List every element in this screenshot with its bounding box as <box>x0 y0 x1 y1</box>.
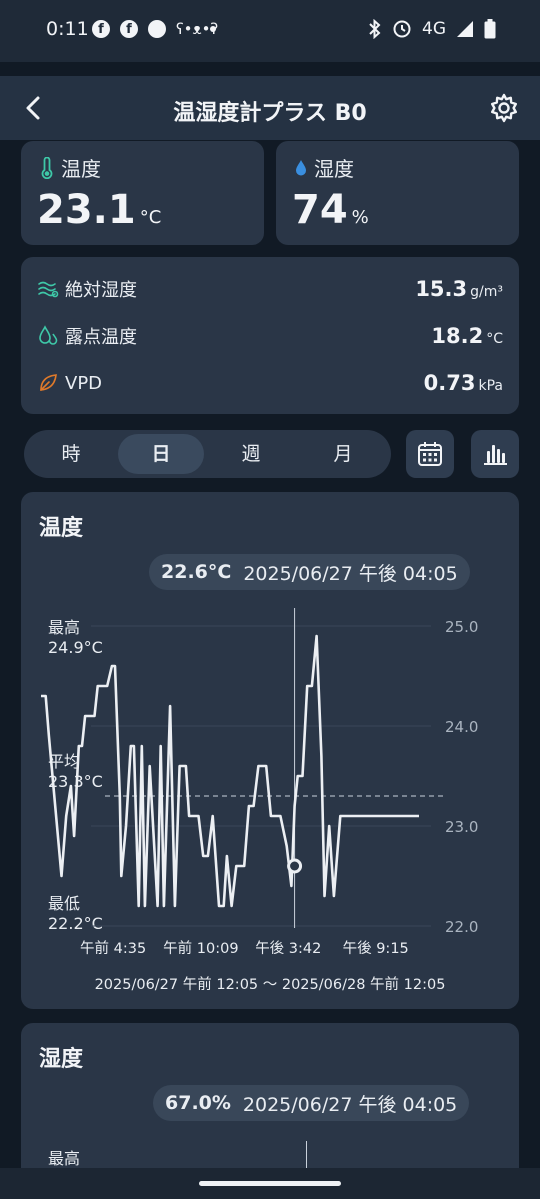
thermometer-icon <box>41 156 53 179</box>
bluetooth-icon <box>369 19 381 39</box>
humidity-max-stat: 最高 <box>48 1149 80 1169</box>
humidity-tooltip-time: 2025/06/27 午後 04:05 <box>242 1093 458 1116</box>
x-tick-label: 午後 9:15 <box>343 940 409 957</box>
humidity-value: 74 <box>292 187 348 233</box>
temperature-value: 23.1 <box>37 187 136 233</box>
tab-week[interactable]: 週 <box>208 434 294 474</box>
temp-chart-range: 2025/06/27 午前 12:05 〜 2025/06/28 午前 12:0… <box>94 977 446 993</box>
battery-icon <box>484 19 496 39</box>
temperature-label-row: 温度 <box>39 153 101 182</box>
humidity-chart-tooltip: 67.0% 2025/06/27 午後 04:05 <box>153 1085 470 1121</box>
signal-icon <box>457 21 473 37</box>
water-drop-icon <box>296 159 306 175</box>
network-type: 4G <box>422 19 446 39</box>
dew-point-row: 露点温度 18.2 °C <box>37 321 503 351</box>
vpd-unit: kPa <box>478 378 504 394</box>
vpd-value-group: 0.73 kPa <box>424 371 503 395</box>
status-time: 0:11 <box>46 18 89 40</box>
x-tick-label: 午前 10:09 <box>163 940 238 957</box>
period-selector: 時 日 週 月 <box>24 430 391 478</box>
humidity-max-label: 最高 <box>48 1149 81 1168</box>
humidity-card: 湿度 74% <box>276 141 519 245</box>
dew-point-value: 18.2 <box>431 324 484 348</box>
bear-icon: ʕ•ᴥ•ʔ <box>176 20 219 38</box>
vpd-label: VPD <box>65 372 103 394</box>
x-tick-label: 午前 4:35 <box>80 940 146 957</box>
dew-point-label: 露点温度 <box>65 327 137 348</box>
navigation-bar <box>0 1168 540 1199</box>
circle-icon <box>148 20 166 38</box>
absolute-humidity-row: 絶対湿度 15.3 g/m³ <box>37 274 503 304</box>
status-bar: 0:11 f f ʕ•ᴥ•ʔ 4G <box>0 0 540 62</box>
page-title: 温湿度計プラス B0 <box>173 101 367 126</box>
calendar-button[interactable] <box>406 430 454 478</box>
temperature-value-row: 23.1 °C <box>37 187 161 233</box>
facebook-icon: f <box>92 20 110 38</box>
tab-month[interactable]: 月 <box>300 434 386 474</box>
humidity-tooltip-value: 67.0% <box>165 1092 231 1114</box>
humidity-label: 湿度 <box>314 157 354 181</box>
humidity-label-row: 湿度 <box>294 153 354 182</box>
humidity-value-row: 74% <box>292 187 369 233</box>
y-tick-label: 24.0 <box>445 718 478 736</box>
absolute-humidity-unit: g/m³ <box>470 284 503 300</box>
y-tick-label: 23.0 <box>445 818 478 836</box>
notification-icons: f f ʕ•ᴥ•ʔ <box>92 20 219 38</box>
dot-icon <box>210 26 216 32</box>
temperature-line-chart[interactable]: 25.0 24.0 23.0 22.0 午前 4:35 午前 10:09 午後 3:42 午後… <box>21 492 519 962</box>
temperature-series-line <box>41 634 419 908</box>
x-tick-label: 午後 3:42 <box>255 940 321 957</box>
droplets-icon <box>39 325 58 345</box>
details-card: 絶対湿度 15.3 g/m³ 露点温度 18.2 °C VPD 0.73 kPa <box>21 257 519 414</box>
humidity-unit: % <box>351 207 369 228</box>
absolute-humidity-value: 15.3 <box>415 277 468 301</box>
vpd-row: VPD 0.73 kPa <box>37 368 503 398</box>
settings-gear-icon[interactable] <box>488 92 520 124</box>
tab-hour[interactable]: 時 <box>28 434 114 474</box>
temperature-chart-card: 温度 22.6°C 2025/06/27 午後 04:05 最高 24.9°C … <box>21 492 519 1009</box>
absolute-humidity-label: 絶対湿度 <box>65 280 137 301</box>
absolute-humidity-value-group: 15.3 g/m³ <box>415 277 503 301</box>
system-icons: 4G <box>368 19 496 39</box>
temperature-unit: °C <box>139 207 162 228</box>
vpd-value: 0.73 <box>423 371 476 395</box>
humidity-chart-title: 湿度 <box>39 1047 84 1072</box>
dew-point-value-group: 18.2 °C <box>431 324 503 348</box>
calendar-icon <box>418 442 442 466</box>
temperature-card: 温度 23.1 °C <box>21 141 264 245</box>
y-tick-label: 22.0 <box>445 918 478 936</box>
bar-chart-icon <box>484 445 507 465</box>
facebook-icon: f <box>120 20 138 38</box>
y-tick-label: 25.0 <box>445 618 478 636</box>
bar-chart-button[interactable] <box>471 430 519 478</box>
home-gesture-handle[interactable] <box>199 1181 341 1186</box>
selected-point <box>287 858 303 874</box>
temperature-label: 温度 <box>61 157 101 181</box>
dew-point-unit: °C <box>486 331 503 347</box>
wave-icon <box>38 281 59 298</box>
tab-day[interactable]: 日 <box>118 434 204 474</box>
leaf-icon <box>40 374 57 391</box>
app-bar: 温湿度計プラス B0 <box>0 76 540 140</box>
alarm-icon <box>393 20 411 38</box>
